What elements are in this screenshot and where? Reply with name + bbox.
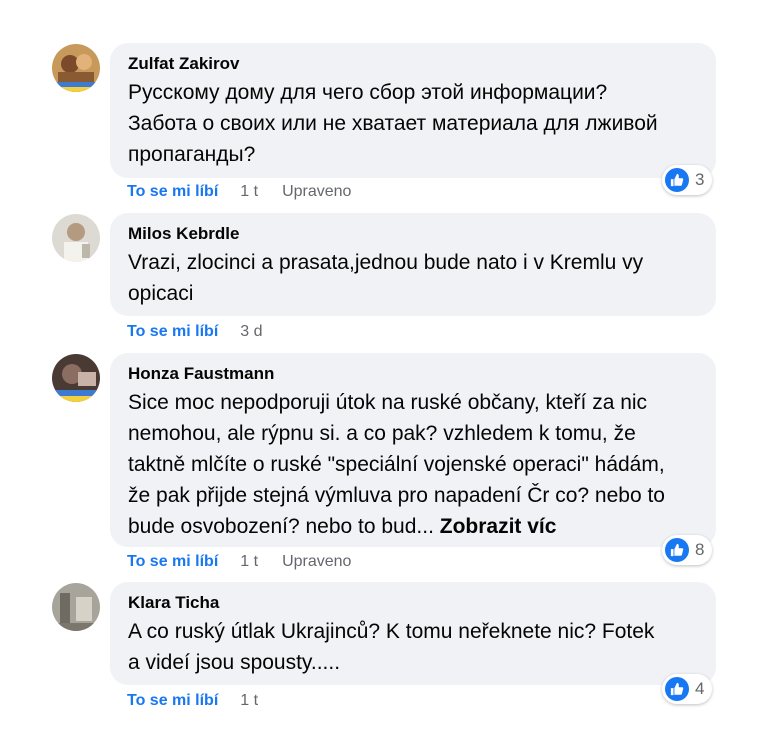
comment-bubble: Zulfat Zakirov Русскому дому для чего сб…: [110, 43, 716, 178]
timestamp[interactable]: 3 d: [240, 323, 262, 340]
avatar[interactable]: [52, 583, 100, 631]
comment-text: Русскому дому для чего сбор этой информа…: [128, 81, 658, 166]
like-icon: [665, 677, 689, 701]
comment-text-body: Sice moc nepodporuji útok na ruské občan…: [128, 391, 665, 538]
comment-author[interactable]: Milos Kebrdle: [128, 223, 698, 245]
reaction-count-value: 3: [695, 170, 705, 189]
like-button[interactable]: To se mi líbí: [127, 553, 218, 570]
timestamp[interactable]: 1 t: [240, 553, 258, 570]
comment-author[interactable]: Honza Faustmann: [128, 363, 698, 385]
avatar[interactable]: [52, 354, 100, 402]
avatar[interactable]: [52, 214, 100, 262]
comment-actions: To se mi líbí 1 t: [127, 691, 282, 711]
reaction-count[interactable]: 3: [662, 165, 713, 195]
reaction-count[interactable]: 8: [662, 535, 713, 565]
like-icon: [665, 538, 689, 562]
reaction-count-value: 4: [695, 679, 705, 698]
like-button[interactable]: To se mi líbí: [127, 323, 218, 340]
comment-bubble: Milos Kebrdle Vrazi, zlocinci a prasata,…: [110, 213, 716, 316]
comment-author[interactable]: Zulfat Zakirov: [128, 53, 698, 75]
reaction-count[interactable]: 4: [662, 674, 713, 704]
comment-bubble: Klara Ticha A co ruský útlak Ukrajinců? …: [110, 582, 716, 685]
comment-author[interactable]: Klara Ticha: [128, 592, 698, 614]
edited-label[interactable]: Upraveno: [282, 183, 351, 200]
reaction-count-value: 8: [695, 540, 705, 559]
see-more-link[interactable]: Zobrazit víc: [440, 515, 557, 538]
like-button[interactable]: To se mi líbí: [127, 183, 218, 200]
comment-bubble: Honza Faustmann Sice moc nepodporuji úto…: [110, 353, 716, 547]
timestamp[interactable]: 1 t: [240, 183, 258, 200]
comment-actions: To se mi líbí 1 t Upraveno: [127, 182, 351, 202]
edited-label[interactable]: Upraveno: [282, 553, 351, 570]
like-button[interactable]: To se mi líbí: [127, 692, 218, 709]
avatar[interactable]: [52, 44, 100, 92]
comment-text: A co ruský útlak Ukrajinců? K tomu neřek…: [128, 620, 655, 674]
comment-actions: To se mi líbí 3 d: [127, 322, 287, 342]
comment-text: Sice moc nepodporuji útok na ruské občan…: [128, 387, 698, 542]
comment-text: Vrazi, zlocinci a prasata,jednou bude na…: [128, 251, 644, 305]
timestamp[interactable]: 1 t: [240, 692, 258, 709]
comment-actions: To se mi líbí 1 t Upraveno: [127, 552, 351, 572]
like-icon: [665, 168, 689, 192]
